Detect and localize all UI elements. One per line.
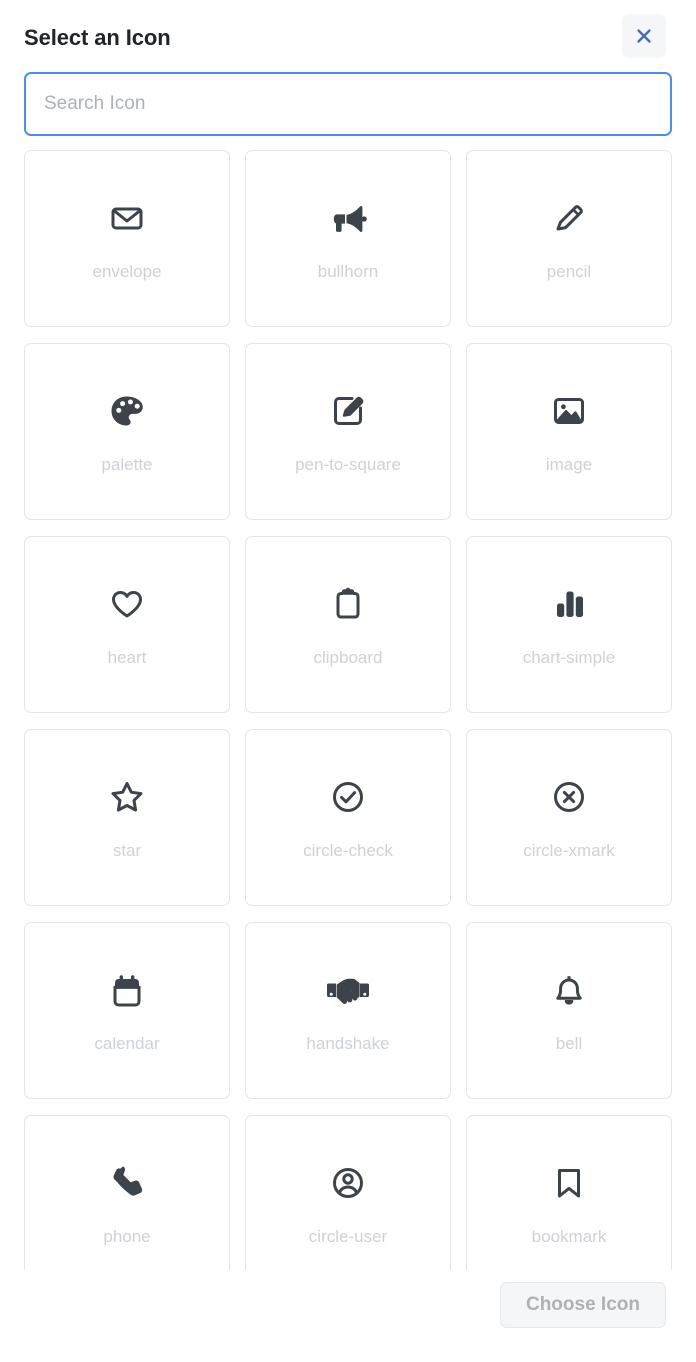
bullhorn-icon xyxy=(328,195,368,241)
icon-label: bullhorn xyxy=(317,262,379,281)
phone-icon xyxy=(107,1160,147,1206)
icon-label: pencil xyxy=(546,262,592,281)
icon-card-circle-user[interactable]: circle-user xyxy=(245,1115,451,1270)
icon-label: clipboard xyxy=(313,648,383,667)
envelope-icon xyxy=(107,195,147,241)
pencil-icon xyxy=(549,195,589,241)
bookmark-icon xyxy=(549,1160,589,1206)
calendar-icon xyxy=(107,967,147,1013)
clipboard-icon xyxy=(328,581,368,627)
icon-label: image xyxy=(545,455,593,474)
icon-card-pencil[interactable]: pencil xyxy=(466,150,672,327)
icon-label: bell xyxy=(555,1034,583,1053)
star-icon xyxy=(107,774,147,820)
handshake-icon xyxy=(326,967,370,1013)
icon-label: handshake xyxy=(306,1034,390,1053)
icon-label: bookmark xyxy=(531,1227,607,1246)
icon-card-circle-xmark[interactable]: circle-xmark xyxy=(466,729,672,906)
icon-card-calendar[interactable]: calendar xyxy=(24,922,230,1099)
icon-card-pen-to-square[interactable]: pen-to-square xyxy=(245,343,451,520)
icon-card-circle-check[interactable]: circle-check xyxy=(245,729,451,906)
icon-label: star xyxy=(112,841,142,860)
icon-label: pen-to-square xyxy=(295,455,401,474)
chart-simple-icon xyxy=(549,581,589,627)
icon-label: heart xyxy=(107,648,147,667)
circle-check-icon xyxy=(328,774,368,820)
icon-card-star[interactable]: star xyxy=(24,729,230,906)
circle-xmark-icon xyxy=(549,774,589,820)
icon-grid: envelope bullhorn pencil palette pen-to-… xyxy=(24,150,672,1270)
search-input[interactable] xyxy=(24,72,672,136)
icon-card-bookmark[interactable]: bookmark xyxy=(466,1115,672,1270)
icon-card-bell[interactable]: bell xyxy=(466,922,672,1099)
icon-label: palette xyxy=(101,455,153,474)
choose-icon-button[interactable]: Choose Icon xyxy=(500,1282,666,1328)
icon-card-image[interactable]: image xyxy=(466,343,672,520)
icon-card-envelope[interactable]: envelope xyxy=(24,150,230,327)
dialog-footer: Choose Icon xyxy=(0,1270,696,1362)
icon-label: phone xyxy=(103,1227,151,1246)
bell-icon xyxy=(549,967,589,1013)
page-title: Select an Icon xyxy=(24,25,171,50)
heart-icon xyxy=(107,581,147,627)
icon-card-bullhorn[interactable]: bullhorn xyxy=(245,150,451,327)
search-area xyxy=(0,72,696,136)
icon-card-handshake[interactable]: handshake xyxy=(245,922,451,1099)
icon-card-phone[interactable]: phone xyxy=(24,1115,230,1270)
close-button[interactable] xyxy=(622,14,666,58)
icon-grid-scroll[interactable]: envelope bullhorn pencil palette pen-to-… xyxy=(0,136,696,1270)
icon-label: envelope xyxy=(92,262,162,281)
image-icon xyxy=(549,388,589,434)
icon-label: circle-xmark xyxy=(523,841,615,860)
circle-user-icon xyxy=(328,1160,368,1206)
icon-card-heart[interactable]: heart xyxy=(24,536,230,713)
icon-card-palette[interactable]: palette xyxy=(24,343,230,520)
icon-label: circle-check xyxy=(303,841,393,860)
pen-to-square-icon xyxy=(328,388,368,434)
palette-icon xyxy=(107,388,147,434)
icon-card-chart-simple[interactable]: chart-simple xyxy=(466,536,672,713)
icon-label: circle-user xyxy=(308,1227,388,1246)
icon-label: chart-simple xyxy=(522,648,616,667)
close-icon xyxy=(634,26,654,46)
icon-card-clipboard[interactable]: clipboard xyxy=(245,536,451,713)
icon-label: calendar xyxy=(94,1034,160,1053)
select-icon-dialog: Select an Icon envelope xyxy=(0,0,696,1362)
dialog-header: Select an Icon xyxy=(0,0,696,72)
